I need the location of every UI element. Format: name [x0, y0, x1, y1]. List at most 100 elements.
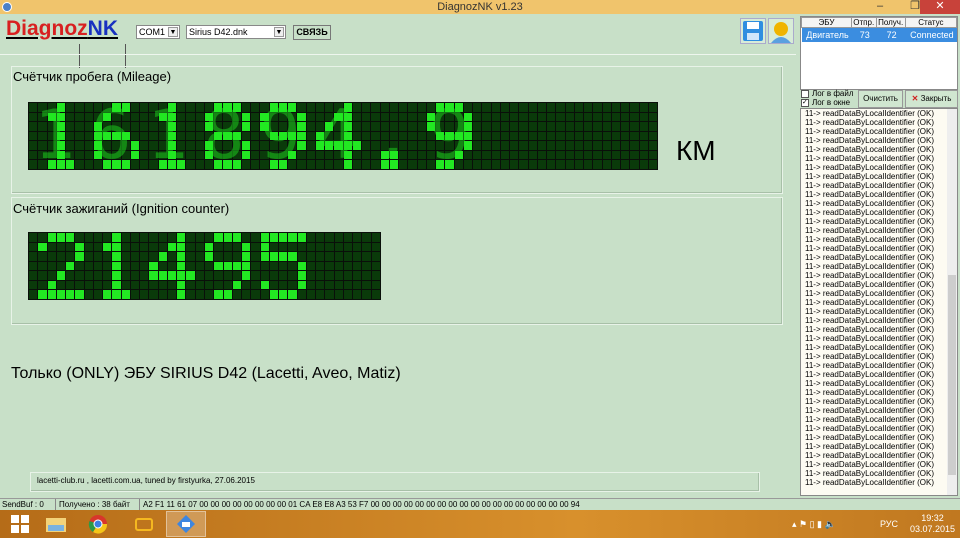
log-line: 11-> readDataByLocalIdentifier (OK) [805, 217, 935, 226]
led-dot [648, 131, 657, 141]
led-dot [186, 261, 195, 271]
led-dot [195, 271, 204, 280]
led-dot [593, 103, 602, 112]
led-dot [232, 261, 242, 271]
clear-button[interactable]: Очистить [858, 90, 903, 108]
table-row[interactable]: Двигатель 73 72 Connected [801, 27, 957, 42]
led-dot [593, 150, 602, 160]
check-engine-taskbar-button[interactable] [124, 511, 164, 537]
led-dot [334, 131, 343, 141]
clock[interactable]: 19:32 03.07.2015 [910, 513, 955, 535]
led-dot [186, 160, 195, 169]
led-dot [75, 271, 84, 280]
scroll-thumb[interactable] [948, 275, 956, 475]
save-button[interactable] [740, 18, 766, 44]
led-dot [352, 150, 361, 160]
led-dot [75, 141, 84, 150]
col-ecu[interactable]: ЭБУ [801, 17, 852, 28]
user-button[interactable] [768, 18, 794, 44]
led-dot [214, 271, 223, 280]
led-dot [352, 103, 361, 112]
led-dot [103, 150, 112, 160]
led-dot [38, 150, 47, 160]
diagnoznk-taskbar-button[interactable] [166, 511, 206, 537]
led-dot [325, 252, 334, 261]
explorer-taskbar-button[interactable] [36, 511, 76, 537]
close-button[interactable]: ✕ [920, 0, 960, 14]
led-dot [223, 280, 232, 290]
led-dot [389, 131, 398, 141]
led-dot [556, 131, 565, 141]
led-dot [269, 280, 279, 290]
led-dot [343, 103, 352, 112]
led-dot [140, 280, 149, 290]
mileage-unit: КМ [676, 135, 716, 166]
led-dot [204, 131, 213, 141]
led-dot [584, 160, 593, 169]
logo: DiagnozNK [6, 17, 118, 41]
language-indicator[interactable]: РУС [880, 510, 898, 538]
led-dot [66, 252, 75, 261]
start-button[interactable] [0, 511, 40, 537]
led-dot [84, 131, 93, 141]
led-dot [482, 131, 491, 141]
led-dot [158, 271, 167, 280]
led-dot [84, 141, 93, 150]
led-dot [306, 103, 315, 112]
close-log-button[interactable]: ✕ Закрыть [905, 90, 958, 108]
col-received[interactable]: Получ. [875, 17, 906, 28]
led-dot [473, 131, 482, 141]
led-dot [242, 280, 251, 290]
led-dot [593, 141, 602, 150]
led-dot [38, 141, 47, 150]
led-dot [547, 141, 556, 150]
led-dot [519, 131, 528, 141]
led-dot [75, 280, 84, 290]
log-in-window-checkbox[interactable]: ✓ Лог в окне [801, 98, 850, 107]
led-dot [158, 112, 167, 122]
connect-button[interactable]: СВЯЗЬ [293, 25, 331, 40]
led-dot [343, 122, 352, 131]
led-dot [242, 252, 251, 261]
led-dot [149, 271, 158, 280]
profile-select[interactable]: Sirius D42.dnk ▼ [186, 25, 286, 39]
led-dot [75, 233, 84, 242]
log-list[interactable]: 11-> readDataByLocalIdentifier (OK) 11-> … [800, 108, 958, 496]
led-dot [316, 252, 325, 261]
led-dot [316, 242, 325, 252]
checkbox-box[interactable]: ✓ [801, 98, 809, 107]
led-dot [537, 150, 546, 160]
log-scrollbar[interactable] [947, 109, 957, 495]
col-sent[interactable]: Отпр. [850, 17, 877, 28]
checkbox-box[interactable] [801, 89, 809, 98]
led-dot [177, 131, 186, 141]
led-dot [251, 150, 260, 160]
led-dot [556, 150, 565, 160]
credits: lacetti-club.ru , lacetti.com.ua, tuned … [30, 472, 760, 492]
led-dot [241, 131, 250, 141]
led-dot [214, 141, 223, 150]
led-dot [29, 271, 38, 280]
led-dot [528, 131, 537, 141]
led-dot [241, 141, 250, 150]
led-dot [325, 261, 334, 271]
chevron-down-icon[interactable]: ▼ [274, 27, 284, 37]
led-dot [38, 261, 47, 271]
col-status[interactable]: Статус [904, 17, 958, 28]
led-dot [103, 112, 112, 122]
chrome-taskbar-button[interactable] [78, 511, 118, 537]
minimize-button[interactable]: – [868, 0, 892, 14]
led-dot [436, 160, 445, 169]
led-dot [56, 103, 65, 112]
log-line: 11-> readDataByLocalIdentifier (OK) [805, 433, 935, 442]
led-dot [343, 112, 352, 122]
tray-icons[interactable]: ▴ ⚑ ▯ ▮ 🔈 [792, 510, 836, 538]
port-select[interactable]: COM1 ▼ [136, 25, 180, 39]
log-line: 11-> readDataByLocalIdentifier (OK) [805, 280, 935, 289]
led-dot [297, 131, 306, 141]
led-dot [611, 103, 620, 112]
log-to-file-checkbox[interactable]: Лог в файл [801, 89, 853, 98]
led-dot [463, 160, 472, 169]
chevron-down-icon[interactable]: ▼ [168, 27, 178, 37]
led-dot [389, 112, 398, 122]
